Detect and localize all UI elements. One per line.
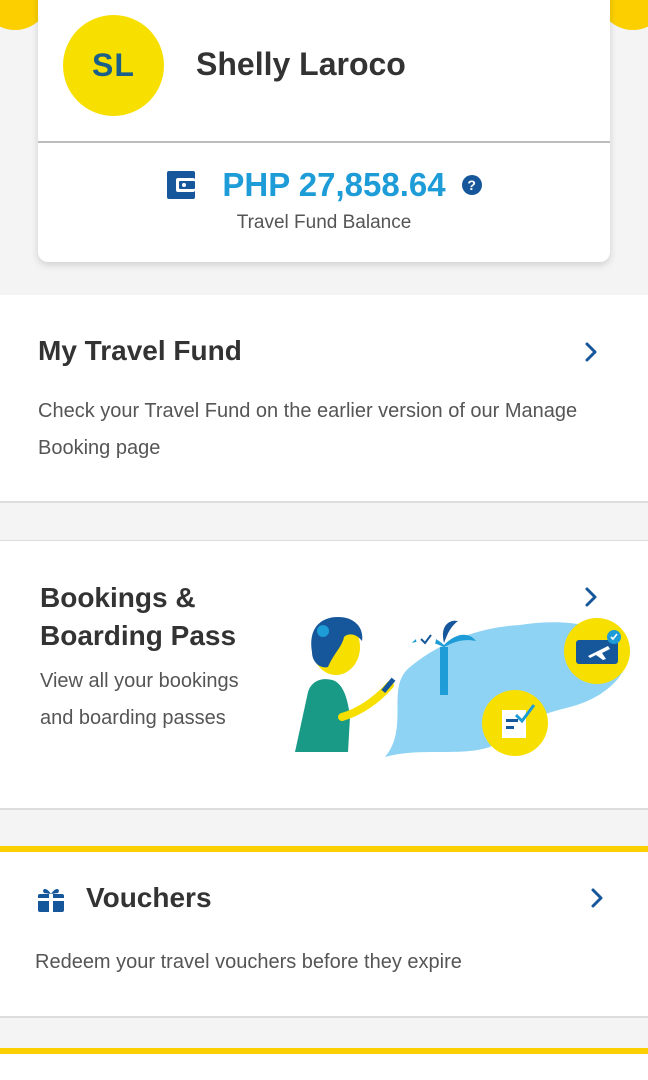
avatar-initials: SL: [92, 47, 135, 83]
balance-row: PHP 27,858.64 ?: [38, 166, 610, 204]
avatar: SL: [63, 15, 164, 116]
profile-card: SL Shelly Laroco PHP 27,858.64 ? Travel …: [38, 0, 610, 262]
vouchers-title: Vouchers: [86, 882, 212, 913]
gift-icon: [38, 888, 64, 912]
card-divider: [38, 141, 610, 143]
my-travel-fund-title: My Travel Fund: [38, 335, 242, 366]
chevron-right-icon[interactable]: [588, 886, 606, 910]
chevron-right-icon[interactable]: [582, 585, 600, 609]
next-section-card: [0, 1054, 648, 1080]
vouchers-card[interactable]: Vouchers Redeem your travel vouchers bef…: [0, 846, 648, 1018]
my-travel-fund-description: Check your Travel Fund on the earlier ve…: [38, 400, 578, 459]
help-icon[interactable]: ?: [461, 175, 482, 195]
chevron-right-icon[interactable]: [582, 340, 600, 364]
balance-label: Travel Fund Balance: [236, 212, 412, 233]
travel-illustration: [295, 617, 630, 757]
bookings-description: View all your bookings and boarding pass…: [40, 670, 239, 729]
user-name: Shelly Laroco: [196, 46, 406, 82]
vouchers-description: Redeem your travel vouchers before they …: [35, 951, 462, 973]
bookings-card[interactable]: Bookings & Boarding Pass View all your b…: [0, 540, 648, 810]
my-travel-fund-card[interactable]: My Travel Fund Check your Travel Fund on…: [0, 295, 648, 503]
bookings-title: Bookings & Boarding Pass: [40, 582, 237, 651]
travel-fund-balance: PHP 27,858.64: [222, 166, 446, 203]
wallet-icon: [167, 171, 196, 199]
